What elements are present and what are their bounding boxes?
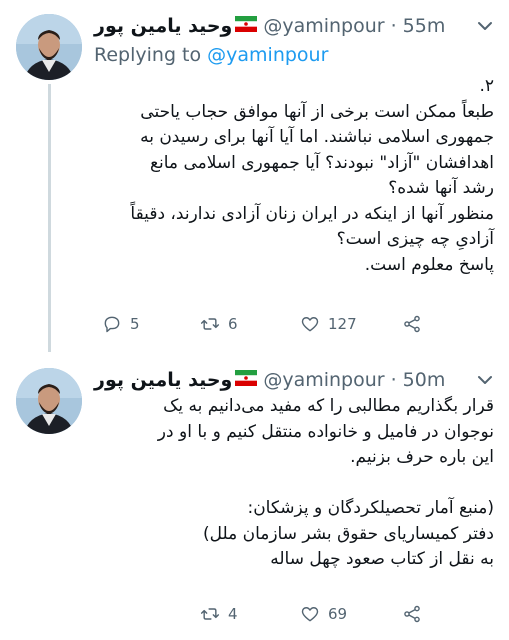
timestamp[interactable]: 50m	[403, 369, 446, 391]
tweet-text-line: نوجوان در فامیل و خانواده منتقل کنیم و ب…	[157, 421, 494, 442]
retweet-button[interactable]: 6	[200, 314, 238, 334]
avatar[interactable]	[16, 368, 82, 434]
tweet-text-line: این باره حرف بزنیم.	[350, 447, 494, 467]
reply-icon	[104, 316, 120, 333]
like-count: 69	[328, 605, 348, 623]
share-button[interactable]	[402, 314, 422, 334]
like-count: 127	[328, 315, 357, 333]
reply-button[interactable]: 5	[102, 314, 140, 334]
chevron-down-icon[interactable]	[475, 16, 495, 36]
retweet-count: 4	[228, 605, 238, 623]
like-button[interactable]: 127	[300, 314, 357, 334]
tweet-actions: 4 69	[94, 604, 494, 628]
replying-to: Replying to @yaminpour	[94, 44, 328, 66]
chevron-down-icon[interactable]	[475, 370, 495, 390]
heart-icon	[301, 317, 319, 332]
retweet-button[interactable]: 4	[200, 604, 238, 624]
tweet-2[interactable]: وحید یامین پور @yaminpour · 50m قرار بگذ…	[0, 352, 509, 640]
avatar[interactable]	[16, 14, 82, 80]
tweet-text-line	[94, 471, 494, 497]
replying-to-handle[interactable]: @yaminpour	[207, 44, 328, 66]
tweet-text-line: به نقل از کتاب صعود چهل ساله	[270, 549, 494, 569]
tweet-text-line: منظور آنها از اینکه در ایران زنان آزادی …	[130, 203, 494, 224]
retweet-count: 6	[228, 315, 238, 333]
tweet-text-line: طبعاً ممکن است برخی از آنها موافق حجاب ی…	[140, 101, 494, 122]
retweet-icon	[200, 608, 220, 620]
author-name[interactable]: وحید یامین پور	[94, 15, 232, 37]
share-icon	[404, 605, 420, 623]
tweet-text: ۲. طبعاً ممکن است برخی از آنها موافق حجا…	[94, 74, 494, 278]
replying-to-label: Replying to	[94, 44, 208, 66]
tweet-text-line: جمهوری اسلامی نباشند. اما آیا آنها برای …	[140, 127, 494, 147]
author-name[interactable]: وحید یامین پور	[94, 369, 232, 391]
tweet-text-line: دفتر کمیساریای حقوق بشر سازمان ملل)	[202, 523, 494, 544]
share-button[interactable]	[402, 604, 422, 624]
like-button[interactable]: 69	[300, 604, 347, 624]
author-handle[interactable]: @yaminpour	[263, 15, 384, 37]
tweet-text-line: ۲.	[479, 76, 494, 96]
share-icon	[404, 315, 420, 333]
separator-dot: ·	[390, 15, 397, 37]
tweet-text: قرار بگذاریم مطالبی را که مفید می‌دانیم …	[94, 394, 494, 573]
iran-flag-icon	[235, 369, 258, 391]
tweet-header: وحید یامین پور @yaminpour · 55m	[94, 12, 445, 40]
reply-count: 5	[130, 315, 140, 333]
retweet-icon	[200, 318, 220, 330]
author-handle[interactable]: @yaminpour	[263, 369, 384, 391]
tweet-text-line: قرار بگذاریم مطالبی را که مفید می‌دانیم …	[163, 396, 494, 416]
tweet-text-line: اهدافشان "آزاد" نبودند؟ آیا جمهوری اسلام…	[149, 152, 494, 173]
separator-dot: ·	[390, 369, 397, 391]
tweet-1[interactable]: وحید یامین پور @yaminpour · 55m Replying…	[0, 0, 509, 352]
thread-connector-line	[48, 84, 51, 352]
timestamp[interactable]: 55m	[403, 15, 446, 37]
tweet-text-line: (منبع آمار تحصیلکردگان و پزشکان:	[247, 498, 494, 518]
tweet-header: وحید یامین پور @yaminpour · 50m	[94, 366, 445, 394]
heart-icon	[301, 607, 319, 622]
tweet-actions: 5 6 127	[94, 314, 494, 338]
tweet-text-line: رشد آنها شده؟	[388, 178, 494, 198]
tweet-text-line: آزادیِ چه چیزی است؟	[336, 229, 494, 249]
tweet-text-line: پاسخ معلوم است.	[364, 254, 494, 275]
iran-flag-icon	[235, 15, 258, 37]
